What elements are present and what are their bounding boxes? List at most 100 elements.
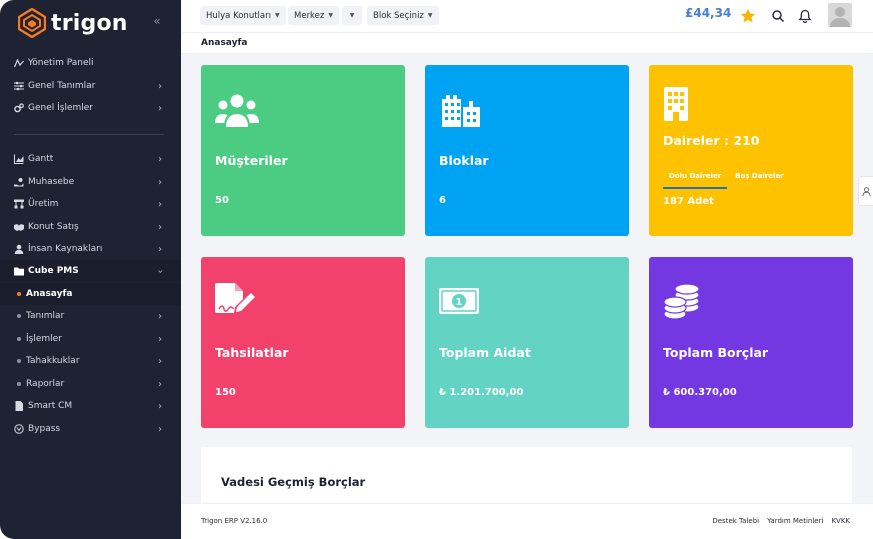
bullet-dot <box>17 314 21 318</box>
bell-icon[interactable] <box>798 8 812 24</box>
empty-select[interactable]: ▼ <box>342 6 362 25</box>
chevron-right-icon: › <box>158 198 162 210</box>
caret-down-icon: ▼ <box>328 12 333 19</box>
collections-card[interactable]: Tahsilatlar 150 <box>201 257 405 428</box>
sidebar-subitem-islemler[interactable]: İşlemler › <box>0 328 181 350</box>
bullet-dot <box>17 292 21 296</box>
block-select[interactable]: Blok Seçiniz ▼ <box>367 6 439 25</box>
link-kvkk[interactable]: KVKK <box>831 517 850 525</box>
caret-down-icon: ▼ <box>349 12 355 19</box>
sidebar-subitem-tanimlar[interactable]: Tanımlar › <box>0 305 181 327</box>
tab-dolu-daireler[interactable]: Dolu Daireler <box>663 167 728 189</box>
sidebar-item-label: Raporlar <box>26 379 65 389</box>
sidebar-item-label: Tahakkuklar <box>26 356 80 366</box>
total-dues-card[interactable]: 1 Toplam Aidat ₺ 1.201.700,00 <box>425 257 629 428</box>
sidebar-item-label: Smart CM <box>28 401 73 411</box>
bullet-dot <box>17 359 21 363</box>
sidebar-item-label: Tanımlar <box>26 311 65 321</box>
sidebar-item-label: Üretim <box>28 199 59 209</box>
sidebar-item-label: İşlemler <box>26 334 62 344</box>
user-icon <box>14 244 24 254</box>
tab-bos-daireler[interactable]: Boş Daireler <box>729 167 789 189</box>
breadcrumb: Anasayfa <box>181 32 873 54</box>
card-title: Toplam Borçlar <box>663 345 769 360</box>
project-select-value: Hulya Konutları <box>206 10 271 21</box>
trigon-logo-icon <box>18 8 46 38</box>
version-label: Trigon ERP V2.16.0 <box>201 517 268 525</box>
sidebar-item-bypass[interactable]: Bypass › <box>0 418 181 440</box>
card-title: Bloklar <box>439 153 489 168</box>
search-icon[interactable] <box>771 8 785 23</box>
folder-icon <box>14 266 24 276</box>
handshake-icon <box>14 222 24 232</box>
card-title: Daireler : 210 <box>663 133 760 148</box>
avatar[interactable] <box>828 3 852 27</box>
main-content: Müşteriler 50 Bloklar 6 Daireler: 210 D… <box>181 54 873 507</box>
breadcrumb-current: Anasayfa <box>201 38 248 48</box>
sidebar-item-label: Gantt <box>28 154 54 164</box>
cogs-icon <box>14 103 24 113</box>
sidebar-item-smart-cm[interactable]: Smart CM › <box>0 395 181 417</box>
footer-links: Destek Talebi Yardım Metinleri KVKK <box>712 517 850 525</box>
chevron-right-icon: › <box>158 153 162 165</box>
chevron-right-icon: › <box>158 310 162 322</box>
coins-icon <box>663 282 701 324</box>
user-outline-icon <box>861 186 871 196</box>
sidebar-item-insan-kaynaklari[interactable]: İnsan Kaynakları › <box>0 238 181 260</box>
sidebar-subitem-anasayfa[interactable]: Anasayfa <box>0 283 181 305</box>
project-select[interactable]: Hulya Konutları ▼ <box>200 6 286 25</box>
sidebar: trigon « Yönetim Paneli Genel Tanımlar ›… <box>0 0 181 539</box>
brand[interactable]: trigon <box>18 7 128 39</box>
chevron-right-icon: › <box>158 378 162 390</box>
sidebar-item-konut-satis[interactable]: Konut Satış › <box>0 216 181 238</box>
branch-select[interactable]: Merkez ▼ <box>288 6 339 25</box>
apartments-card[interactable]: Daireler : 210 Dolu Daireler Boş Dairele… <box>649 65 853 236</box>
network-icon <box>14 199 24 209</box>
star-icon[interactable] <box>740 8 756 24</box>
link-destek-talebi[interactable]: Destek Talebi <box>712 517 759 525</box>
sidebar-subitem-tahakkuklar[interactable]: Tahakkuklar › <box>0 350 181 372</box>
sidebar-subitem-raporlar[interactable]: Raporlar › <box>0 373 181 395</box>
customers-card[interactable]: Müşteriler 50 <box>201 65 405 236</box>
sidebar-item-label: Bypass <box>28 424 61 434</box>
sidebar-item-uretim[interactable]: Üretim › <box>0 193 181 215</box>
sidebar-item-label: İnsan Kaynakları <box>28 244 103 254</box>
card-value: 6 <box>439 195 446 206</box>
footer: Trigon ERP V2.16.0 Destek Talebi Yardım … <box>181 503 873 539</box>
chart-line-icon <box>14 58 24 68</box>
chevron-right-icon: › <box>158 80 162 92</box>
sidebar-item-muhasebe[interactable]: Muhasebe › <box>0 171 181 193</box>
hand-coin-icon <box>14 177 24 187</box>
chevron-right-icon: › <box>158 102 162 114</box>
chevron-right-icon: › <box>158 355 162 367</box>
sidebar-item-label: Muhasebe <box>28 177 75 187</box>
sidebar-item-label: Konut Satış <box>28 222 79 232</box>
sidebar-item-label: Genel Tanımlar <box>28 81 96 91</box>
sidebar-item-genel-tanimlar[interactable]: Genel Tanımlar › <box>0 75 181 97</box>
total-debts-card[interactable]: Toplam Borçlar ₺ 600.370,00 <box>649 257 853 428</box>
file-signature-icon <box>215 283 257 323</box>
top-bar: Hulya Konutları ▼ Merkez ▼ ▼ Blok Seçiniz ▼… <box>181 0 873 32</box>
bullet-dot <box>17 382 21 386</box>
chevron-right-icon: › <box>158 333 162 345</box>
link-yardim-metinleri[interactable]: Yardım Metinleri <box>767 517 823 525</box>
sliders-icon <box>14 81 24 91</box>
collapse-sidebar-icon[interactable]: « <box>150 14 164 28</box>
chart-area-icon <box>14 154 24 164</box>
sidebar-item-yonetim-paneli[interactable]: Yönetim Paneli <box>0 52 181 74</box>
brand-name: trigon <box>51 10 128 36</box>
bypass-icon <box>14 424 24 434</box>
blocks-card[interactable]: Bloklar 6 <box>425 65 629 236</box>
panel-title: Vadesi Geçmiş Borçlar <box>221 475 366 489</box>
sidebar-item-cube-pms[interactable]: Cube PMS › <box>0 260 181 282</box>
card-title: Müşteriler <box>215 153 288 168</box>
sidebar-item-genel-islemler[interactable]: Genel İşlemler › <box>0 97 181 119</box>
sidebar-item-gantt[interactable]: Gantt › <box>0 148 181 170</box>
users-icon <box>215 93 259 133</box>
sidebar-item-label: Yönetim Paneli <box>28 58 94 68</box>
branch-select-value: Merkez <box>294 10 325 21</box>
side-panel-toggle[interactable] <box>858 176 873 206</box>
caret-down-icon: ▼ <box>274 12 280 19</box>
balance-display[interactable]: £44,34 <box>685 6 731 20</box>
chevron-right-icon: › <box>158 221 162 233</box>
